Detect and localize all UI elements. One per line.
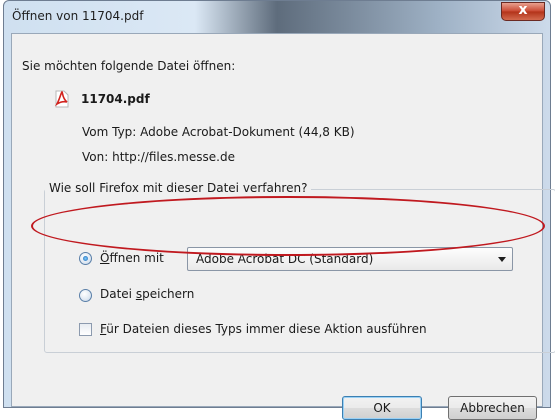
save-file-label[interactable]: Datei speichern xyxy=(100,287,194,301)
action-group: Wie soll Firefox mit dieser Datei verfah… xyxy=(44,181,555,353)
save-file-radio[interactable] xyxy=(79,289,92,302)
file-source-line: Von: http://files.messe.de xyxy=(82,150,235,164)
pdf-file-icon xyxy=(54,90,69,108)
window-title: Öffnen von 11704.pdf xyxy=(12,9,144,23)
dropdown-arrow-icon[interactable] xyxy=(498,257,506,262)
cancel-button[interactable]: Abbrechen xyxy=(448,396,537,420)
action-group-legend: Wie soll Firefox mit dieser Datei verfah… xyxy=(45,181,312,195)
intro-text: Sie möchten folgende Datei öffnen: xyxy=(22,59,236,73)
dialog-body: Sie möchten folgende Datei öffnen: 11704… xyxy=(11,33,555,420)
close-button[interactable]: x xyxy=(501,2,545,21)
application-select-value: Adobe Acrobat DC (Standard) xyxy=(196,252,374,266)
file-name: 11704.pdf xyxy=(81,92,150,106)
ok-button[interactable]: OK xyxy=(342,396,422,420)
dialog-window: Öffnen von 11704.pdf x Sie möchten folge… xyxy=(3,0,555,420)
title-bar[interactable]: Öffnen von 11704.pdf x xyxy=(4,1,550,35)
file-type-line: Vom Typ: Adobe Acrobat-Dokument (44,8 KB… xyxy=(82,125,355,139)
application-select[interactable]: Adobe Acrobat DC (Standard) xyxy=(187,247,513,271)
open-with-label[interactable]: Öffnen mit xyxy=(100,251,164,265)
always-do-label[interactable]: Für Dateien dieses Typs immer diese Akti… xyxy=(100,322,427,336)
open-with-radio[interactable] xyxy=(79,252,92,265)
close-icon: x xyxy=(518,2,528,18)
always-do-checkbox[interactable] xyxy=(79,323,92,336)
